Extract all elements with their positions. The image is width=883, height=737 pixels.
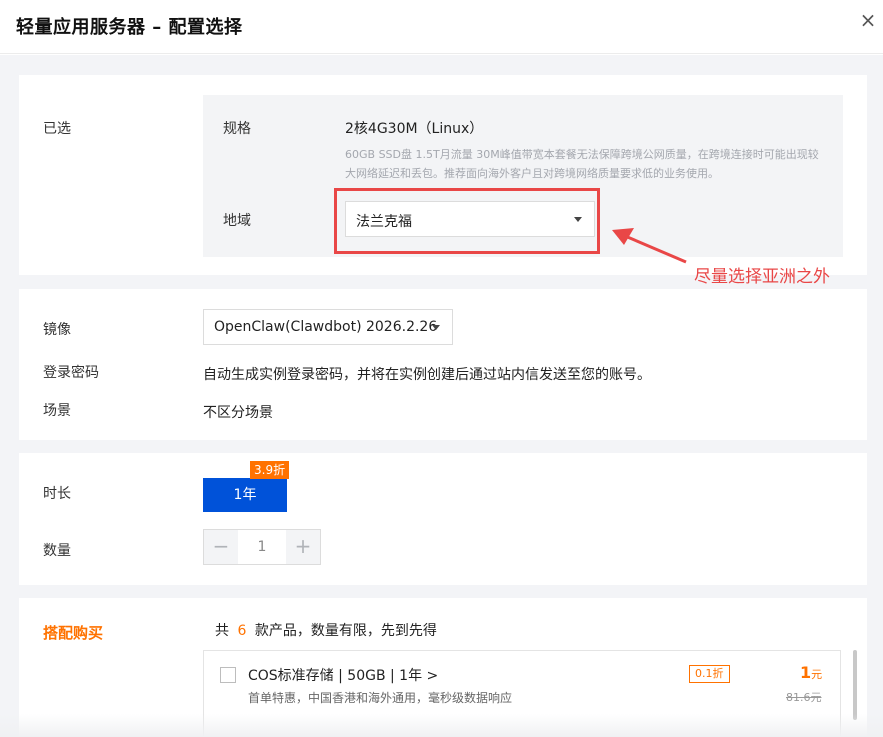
addon-price-value: 1 — [800, 663, 812, 682]
mirror-label: 镜像 — [43, 322, 71, 338]
image-card: 镜像 OpenClaw(Clawdbot) 2026.2.26 登录密码 自动生… — [19, 289, 867, 440]
scene-label: 场景 — [43, 403, 71, 419]
mirror-select[interactable]: OpenClaw(Clawdbot) 2026.2.26 — [203, 309, 453, 345]
duration-label: 时长 — [43, 486, 71, 502]
addons-summary-suffix: 款产品，数量有限，先到先得 — [254, 623, 437, 639]
addons-count: 6 — [237, 623, 247, 639]
spec-label: 规格 — [223, 121, 251, 137]
addon-checkbox[interactable] — [220, 667, 236, 683]
addon-price: 1元 — [800, 663, 822, 682]
duration-card: 时长 1年 3.9折 数量 − 1 + — [19, 453, 867, 585]
minus-icon[interactable]: − — [204, 530, 238, 564]
password-value: 自动生成实例登录密码，并将在实例创建后通过站内信发送至您的账号。 — [203, 367, 651, 383]
plus-icon[interactable]: + — [286, 530, 320, 564]
dialog-header: 轻量应用服务器 – 配置选择 × — [0, 0, 883, 54]
spec-value: 2核4G30M（Linux） — [345, 121, 484, 137]
addon-discount-tag: 0.1折 — [689, 665, 730, 683]
region-highlight-frame — [334, 188, 600, 254]
bottom-shade — [0, 714, 883, 737]
quantity-value[interactable]: 1 — [238, 530, 286, 564]
discount-badge: 3.9折 — [250, 461, 290, 479]
mirror-select-value: OpenClaw(Clawdbot) 2026.2.26 — [214, 319, 438, 335]
selected-label: 已选 — [43, 121, 71, 137]
quantity-stepper: − 1 + — [203, 529, 321, 565]
scene-value: 不区分场景 — [203, 405, 273, 421]
chevron-down-icon — [432, 325, 440, 330]
password-label: 登录密码 — [43, 365, 99, 381]
region-label: 地域 — [223, 213, 251, 229]
scrollbar[interactable] — [853, 650, 857, 720]
addons-title: 搭配购买 — [43, 624, 104, 642]
addon-product-name[interactable]: COS标准存储 | 50GB | 1年 > — [248, 665, 438, 685]
addon-original-price: 81.6元 — [786, 691, 822, 704]
close-icon[interactable]: × — [858, 10, 878, 30]
addons-summary: 共 6 款产品，数量有限，先到先得 — [215, 620, 437, 640]
dialog-title: 轻量应用服务器 – 配置选择 — [16, 17, 243, 38]
spec-description: 60GB SSD盘 1.5T月流量 30M峰值带宽本套餐无法保障跨境公网质量，在… — [345, 148, 819, 180]
annotation-text: 尽量选择亚洲之外 — [694, 267, 830, 287]
duration-option-1-year[interactable]: 1年 — [203, 478, 287, 512]
addon-product-desc: 首单特惠，中国香港和海外通用，毫秒级数据响应 — [248, 691, 513, 705]
quantity-label: 数量 — [43, 543, 71, 559]
addons-summary-prefix: 共 — [215, 623, 229, 639]
arrow-annotation-icon — [612, 228, 687, 264]
addon-price-unit: 元 — [811, 668, 823, 681]
